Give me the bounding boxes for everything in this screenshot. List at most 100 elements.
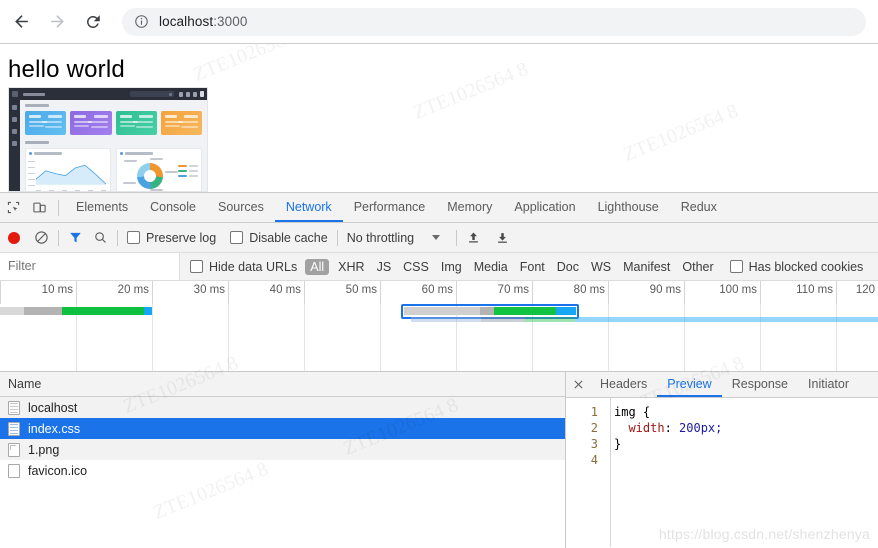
request-name: favicon.ico <box>28 463 88 478</box>
ruler-tick-label: 110 ms <box>796 284 833 296</box>
overview-bar-localhost <box>0 307 152 315</box>
ruler-tick-label: 120 <box>855 284 875 296</box>
request-list-panel: ZTE1026564 8 ZTE1026564 8 ZTE1026564 8 N… <box>0 352 566 548</box>
throttling-dropdown[interactable]: No throttling <box>346 230 441 245</box>
detail-tab-response[interactable]: Response <box>722 372 798 397</box>
overview-bar-1-png <box>411 317 878 322</box>
tab-redux[interactable]: Redux <box>670 193 728 222</box>
tab-elements[interactable]: Elements <box>65 193 139 222</box>
disable-cache-checkbox[interactable]: Disable cache <box>230 231 328 245</box>
generic-file-icon <box>8 463 20 478</box>
filter-type-js[interactable]: JS <box>371 260 398 274</box>
tab-application[interactable]: Application <box>503 193 586 222</box>
document-icon <box>8 400 20 415</box>
tab-network[interactable]: Network <box>274 193 343 222</box>
dashboard-panels <box>25 148 202 191</box>
tab-lighthouse[interactable]: Lighthouse <box>587 193 670 222</box>
table-row[interactable]: localhost <box>0 397 565 418</box>
filter-type-manifest[interactable]: Manifest <box>617 260 676 274</box>
back-button[interactable] <box>6 7 36 37</box>
avatar-icon <box>200 91 204 97</box>
funnel-filter-icon[interactable] <box>68 230 83 245</box>
export-har-down-arrow-icon[interactable] <box>495 230 510 245</box>
css-brace: { <box>635 405 651 419</box>
network-overview-timeline[interactable]: 10 ms 20 ms 30 ms 40 ms 50 ms 60 ms 70 m… <box>0 281 878 372</box>
filter-type-ws[interactable]: WS <box>585 260 617 274</box>
preserve-log-label: Preserve log <box>146 230 217 245</box>
image-icon <box>8 442 20 457</box>
import-har-up-arrow-icon[interactable] <box>466 230 481 245</box>
detail-tab-initiator[interactable]: Initiator <box>798 372 859 397</box>
source-watermark-url: https://blog.csdn.net/shenzhenya <box>658 526 870 542</box>
tab-performance[interactable]: Performance <box>343 193 437 222</box>
line-number: 3 <box>590 437 598 451</box>
tab-console[interactable]: Console <box>139 193 207 222</box>
has-blocked-cookies-checkbox[interactable]: Has blocked cookies <box>729 259 864 274</box>
record-button[interactable] <box>8 231 20 244</box>
tab-sources[interactable]: Sources <box>207 193 275 222</box>
panel-bullet-icon <box>29 152 32 155</box>
search-icon <box>169 92 172 96</box>
filter-type-media[interactable]: Media <box>468 260 514 274</box>
checkbox-box <box>729 260 743 273</box>
has-blocked-cookies-label: Has blocked cookies <box>748 259 864 274</box>
checkbox-box <box>127 231 140 244</box>
search-magnifier-icon[interactable] <box>93 230 108 245</box>
filter-type-css[interactable]: CSS <box>397 260 435 274</box>
close-x-icon <box>573 380 583 389</box>
devtools-tabbar: Elements Console Sources Network Perform… <box>0 193 878 223</box>
dashboard-screenshot-image <box>8 87 208 192</box>
request-name: index.css <box>28 421 81 436</box>
filter-type-xhr[interactable]: XHR <box>332 260 370 274</box>
filter-type-doc[interactable]: Doc <box>551 260 585 274</box>
forward-button[interactable] <box>42 7 72 37</box>
stat-card <box>160 111 202 135</box>
checkbox-box <box>230 231 244 244</box>
ruler-tick-label: 10 ms <box>41 284 73 296</box>
stat-card <box>70 111 112 135</box>
filter-type-all[interactable]: All <box>305 258 330 275</box>
code-text: width: 200px; <box>604 420 722 436</box>
reload-button[interactable] <box>78 7 108 37</box>
table-row[interactable]: favicon.ico <box>0 460 565 481</box>
filter-type-other[interactable]: Other <box>676 260 719 274</box>
preview-code-viewer[interactable]: 1 img { 2 width: 200px; 3 } 4 <box>566 398 878 547</box>
table-row[interactable]: 1.png <box>0 439 565 460</box>
filter-input[interactable] <box>0 253 180 280</box>
grid-icon <box>186 91 190 97</box>
detail-tab-preview[interactable]: Preview <box>657 372 722 397</box>
close-detail-button[interactable] <box>566 373 590 397</box>
address-bar[interactable]: localhost:3000 <box>122 7 866 36</box>
table-row[interactable]: index.css <box>0 418 565 439</box>
device-toolbar-icon <box>32 202 46 213</box>
dashboard-topbar-icons <box>179 91 204 97</box>
browser-toolbar: localhost:3000 <box>0 0 878 44</box>
hide-data-urls-checkbox[interactable]: Hide data URLs <box>190 260 297 274</box>
detail-tab-headers[interactable]: Headers <box>590 372 657 397</box>
devtools-panel: Elements Console Sources Network Perform… <box>0 192 878 548</box>
request-name: 1.png <box>28 442 60 457</box>
filter-type-img[interactable]: Img <box>435 260 468 274</box>
dashboard-area-chart-panel <box>25 148 111 191</box>
preserve-log-checkbox[interactable]: Preserve log <box>127 231 216 245</box>
css-value: 200px <box>679 421 716 435</box>
css-semicolon: ; <box>715 421 723 435</box>
bell-icon <box>179 91 183 97</box>
tab-memory[interactable]: Memory <box>436 193 503 222</box>
panel-title-text <box>34 152 62 155</box>
sidebar-icon-chart <box>12 117 17 122</box>
device-toolbar-button[interactable] <box>26 195 52 221</box>
inspect-element-button[interactable] <box>0 195 26 221</box>
ruler-tick-label: 50 ms <box>345 284 377 296</box>
request-list-column-name[interactable]: Name <box>0 372 565 397</box>
css-property: width <box>628 421 665 435</box>
panel-title-text <box>125 152 153 155</box>
dashboard-section-label <box>25 104 49 107</box>
forward-arrow-icon <box>50 15 64 28</box>
checkbox-box <box>190 260 203 273</box>
disable-cache-label: Disable cache <box>249 230 328 245</box>
filter-type-font[interactable]: Font <box>514 260 551 274</box>
throttling-value: No throttling <box>346 230 415 245</box>
network-filterbar: Hide data URLs All XHR JS CSS Img Media … <box>0 253 878 281</box>
clear-no-entry-icon[interactable] <box>34 230 49 245</box>
